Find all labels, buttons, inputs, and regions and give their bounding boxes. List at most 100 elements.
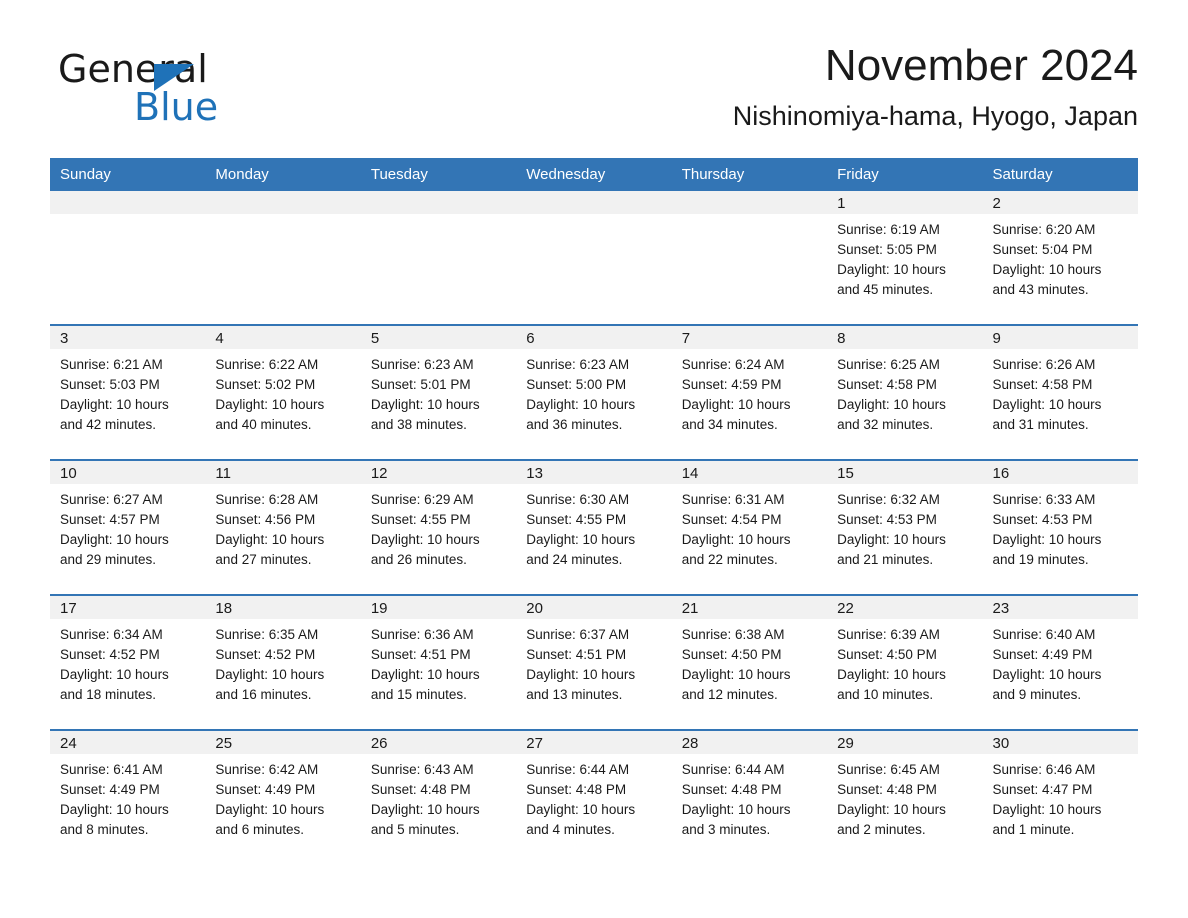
day-daylight-line1-text: Daylight: 10 hours <box>681 802 791 817</box>
day-daylight-line1-text: Daylight: 10 hours <box>215 667 325 682</box>
calendar-empty-cell <box>360 191 517 325</box>
day-sunset-text: Sunset: 4:58 PM <box>992 377 1093 392</box>
day-cell-inner <box>50 191 206 324</box>
weekday-header-friday: Friday <box>827 158 983 191</box>
day-number: 15 <box>827 461 983 484</box>
day-details: Sunrise: 6:44 AM Sunset: 4:48 PM Daylight:… <box>672 754 827 840</box>
calendar-day-cell[interactable]: 11 Sunrise: 6:28 AM Sunset: 4:56 PM Dayligh… <box>205 459 361 595</box>
day-daylight-line2-text: and 45 minutes. <box>837 282 934 297</box>
day-daylight-line2-text: and 9 minutes. <box>992 687 1082 702</box>
day-sunrise-text: Sunrise: 6:43 AM <box>370 762 474 777</box>
day-daylight-line2-text: and 5 minutes. <box>370 822 460 837</box>
calendar-day-cell[interactable]: 21 Sunrise: 6:38 AM Sunset: 4:50 PM Dayligh… <box>671 594 828 730</box>
day-daylight-line1-text: Daylight: 10 hours <box>837 532 946 547</box>
day-daylight-line1-text: Daylight: 10 hours <box>526 397 636 412</box>
day-daylight-line2-text: and 19 minutes. <box>992 552 1089 567</box>
calendar-week-row: 3 Sunrise: 6:21 AM Sunset: 5:03 PM Daylight… <box>50 324 1138 460</box>
day-sunrise-text: Sunrise: 6:40 AM <box>992 627 1096 642</box>
calendar-day-cell[interactable]: 26 Sunrise: 6:43 AM Sunset: 4:48 PM Dayligh… <box>360 729 517 864</box>
calendar-day-cell[interactable]: 1 Sunrise: 6:19 AM Sunset: 5:05 PM Daylight… <box>827 191 983 325</box>
day-daylight-line1-text: Daylight: 10 hours <box>526 532 636 547</box>
day-daylight-line1-text: Daylight: 10 hours <box>837 262 946 277</box>
calendar-day-cell[interactable]: 25 Sunrise: 6:42 AM Sunset: 4:49 PM Dayligh… <box>205 729 361 864</box>
calendar-day-cell[interactable]: 3 Sunrise: 6:21 AM Sunset: 5:03 PM Daylight… <box>50 324 206 460</box>
day-daylight-line2-text: and 18 minutes. <box>60 687 157 702</box>
day-cell-inner: 29 Sunrise: 6:45 AM Sunset: 4:48 PM Dayligh… <box>827 731 983 864</box>
day-details: Sunrise: 6:44 AM Sunset: 4:48 PM Daylight:… <box>516 754 671 840</box>
calendar-day-cell[interactable]: 20 Sunrise: 6:37 AM Sunset: 4:51 PM Dayligh… <box>516 594 672 730</box>
day-cell-inner: 12 Sunrise: 6:29 AM Sunset: 4:55 PM Dayligh… <box>360 461 517 594</box>
day-sunset-text: Sunset: 4:53 PM <box>837 512 937 527</box>
day-details: Sunrise: 6:24 AM Sunset: 4:59 PM Daylight:… <box>672 349 827 435</box>
day-cell-inner: 17 Sunrise: 6:34 AM Sunset: 4:52 PM Dayligh… <box>50 596 206 729</box>
calendar-empty-cell <box>50 191 206 325</box>
day-daylight-line1-text: Daylight: 10 hours <box>60 667 169 682</box>
day-daylight-line2-text: and 22 minutes. <box>681 552 778 567</box>
day-sunrise-text: Sunrise: 6:34 AM <box>60 627 163 642</box>
day-number: 18 <box>205 596 361 619</box>
calendar-day-cell[interactable]: 30 Sunrise: 6:46 AM Sunset: 4:47 PM Dayligh… <box>982 729 1138 864</box>
day-number: 28 <box>671 731 828 754</box>
calendar-day-cell[interactable]: 17 Sunrise: 6:34 AM Sunset: 4:52 PM Dayligh… <box>50 594 206 730</box>
calendar-day-cell[interactable]: 10 Sunrise: 6:27 AM Sunset: 4:57 PM Dayligh… <box>50 459 206 595</box>
day-cell-inner: 25 Sunrise: 6:42 AM Sunset: 4:49 PM Dayligh… <box>205 731 361 864</box>
day-sunrise-text: Sunrise: 6:31 AM <box>681 492 785 507</box>
weekday-header-saturday: Saturday <box>982 158 1138 191</box>
day-daylight-line2-text: and 42 minutes. <box>60 417 157 432</box>
calendar-day-cell[interactable]: 6 Sunrise: 6:23 AM Sunset: 5:00 PM Daylight… <box>516 324 672 460</box>
calendar-day-cell[interactable]: 19 Sunrise: 6:36 AM Sunset: 4:51 PM Dayligh… <box>360 594 517 730</box>
calendar-day-cell[interactable]: 9 Sunrise: 6:26 AM Sunset: 4:58 PM Daylight… <box>982 324 1138 460</box>
calendar-day-cell[interactable]: 15 Sunrise: 6:32 AM Sunset: 4:53 PM Dayligh… <box>827 459 983 595</box>
day-daylight-line1-text: Daylight: 10 hours <box>992 397 1102 412</box>
calendar-day-cell[interactable]: 27 Sunrise: 6:44 AM Sunset: 4:48 PM Dayligh… <box>516 729 672 864</box>
day-daylight-line1-text: Daylight: 10 hours <box>60 802 169 817</box>
day-daylight-line1-text: Daylight: 10 hours <box>215 802 325 817</box>
calendar-day-cell[interactable]: 18 Sunrise: 6:35 AM Sunset: 4:52 PM Dayligh… <box>205 594 361 730</box>
location-subtitle: Nishinomiya-hama, Hyogo, Japan <box>732 101 1138 131</box>
calendar-day-cell[interactable]: 4 Sunrise: 6:22 AM Sunset: 5:02 PM Daylight… <box>205 324 361 460</box>
monthly-calendar-table: Sunday Monday Tuesday Wednesday Thursday… <box>50 158 1138 864</box>
calendar-day-cell[interactable]: 24 Sunrise: 6:41 AM Sunset: 4:49 PM Dayligh… <box>50 729 206 864</box>
calendar-empty-cell <box>671 191 828 325</box>
weekday-header-wednesday: Wednesday <box>516 158 672 191</box>
day-sunset-text: Sunset: 5:04 PM <box>992 242 1093 257</box>
calendar-day-cell[interactable]: 13 Sunrise: 6:30 AM Sunset: 4:55 PM Dayligh… <box>516 459 672 595</box>
calendar-day-cell[interactable]: 12 Sunrise: 6:29 AM Sunset: 4:55 PM Dayligh… <box>360 459 517 595</box>
day-daylight-line2-text: and 12 minutes. <box>681 687 778 702</box>
day-daylight-line1-text: Daylight: 10 hours <box>992 802 1102 817</box>
calendar-day-cell[interactable]: 28 Sunrise: 6:44 AM Sunset: 4:48 PM Dayligh… <box>671 729 828 864</box>
day-number: 19 <box>360 596 517 619</box>
day-number <box>205 191 361 214</box>
day-number: 27 <box>516 731 672 754</box>
day-details: Sunrise: 6:29 AM Sunset: 4:55 PM Daylight:… <box>361 484 516 570</box>
day-daylight-line2-text: and 21 minutes. <box>837 552 934 567</box>
day-sunset-text: Sunset: 4:49 PM <box>215 782 316 797</box>
day-number: 24 <box>50 731 206 754</box>
calendar-day-cell[interactable]: 7 Sunrise: 6:24 AM Sunset: 4:59 PM Daylight… <box>671 324 828 460</box>
day-cell-inner <box>671 191 828 324</box>
day-details: Sunrise: 6:45 AM Sunset: 4:48 PM Daylight:… <box>827 754 982 840</box>
day-sunrise-text: Sunrise: 6:24 AM <box>681 357 785 372</box>
calendar-page: General Blue November 2024 Nishinomiya-h… <box>0 0 1188 918</box>
triangle-icon <box>154 64 194 91</box>
calendar-day-cell[interactable]: 5 Sunrise: 6:23 AM Sunset: 5:01 PM Daylight… <box>360 324 517 460</box>
day-details: Sunrise: 6:43 AM Sunset: 4:48 PM Daylight:… <box>361 754 516 840</box>
calendar-day-cell[interactable]: 8 Sunrise: 6:25 AM Sunset: 4:58 PM Daylight… <box>827 324 983 460</box>
calendar-day-cell[interactable]: 2 Sunrise: 6:20 AM Sunset: 5:04 PM Daylight… <box>982 191 1138 325</box>
calendar-day-cell[interactable]: 14 Sunrise: 6:31 AM Sunset: 4:54 PM Dayligh… <box>671 459 828 595</box>
day-number: 1 <box>827 191 983 214</box>
day-details: Sunrise: 6:19 AM Sunset: 5:05 PM Daylight:… <box>827 214 982 300</box>
calendar-day-cell[interactable]: 29 Sunrise: 6:45 AM Sunset: 4:48 PM Dayligh… <box>827 729 983 864</box>
day-number: 7 <box>671 326 828 349</box>
day-number: 30 <box>982 731 1138 754</box>
day-daylight-line1-text: Daylight: 10 hours <box>215 397 325 412</box>
calendar-week-row: 1 Sunrise: 6:19 AM Sunset: 5:05 PM Daylight… <box>50 191 1138 325</box>
day-daylight-line1-text: Daylight: 10 hours <box>370 802 480 817</box>
day-daylight-line1-text: Daylight: 10 hours <box>370 667 480 682</box>
day-sunset-text: Sunset: 5:02 PM <box>215 377 316 392</box>
calendar-day-cell[interactable]: 22 Sunrise: 6:39 AM Sunset: 4:50 PM Dayligh… <box>827 594 983 730</box>
calendar-day-cell[interactable]: 16 Sunrise: 6:33 AM Sunset: 4:53 PM Dayligh… <box>982 459 1138 595</box>
day-sunset-text: Sunset: 4:51 PM <box>370 647 471 662</box>
brand-logo[interactable]: General Blue <box>58 48 318 138</box>
calendar-day-cell[interactable]: 23 Sunrise: 6:40 AM Sunset: 4:49 PM Dayligh… <box>982 594 1138 730</box>
